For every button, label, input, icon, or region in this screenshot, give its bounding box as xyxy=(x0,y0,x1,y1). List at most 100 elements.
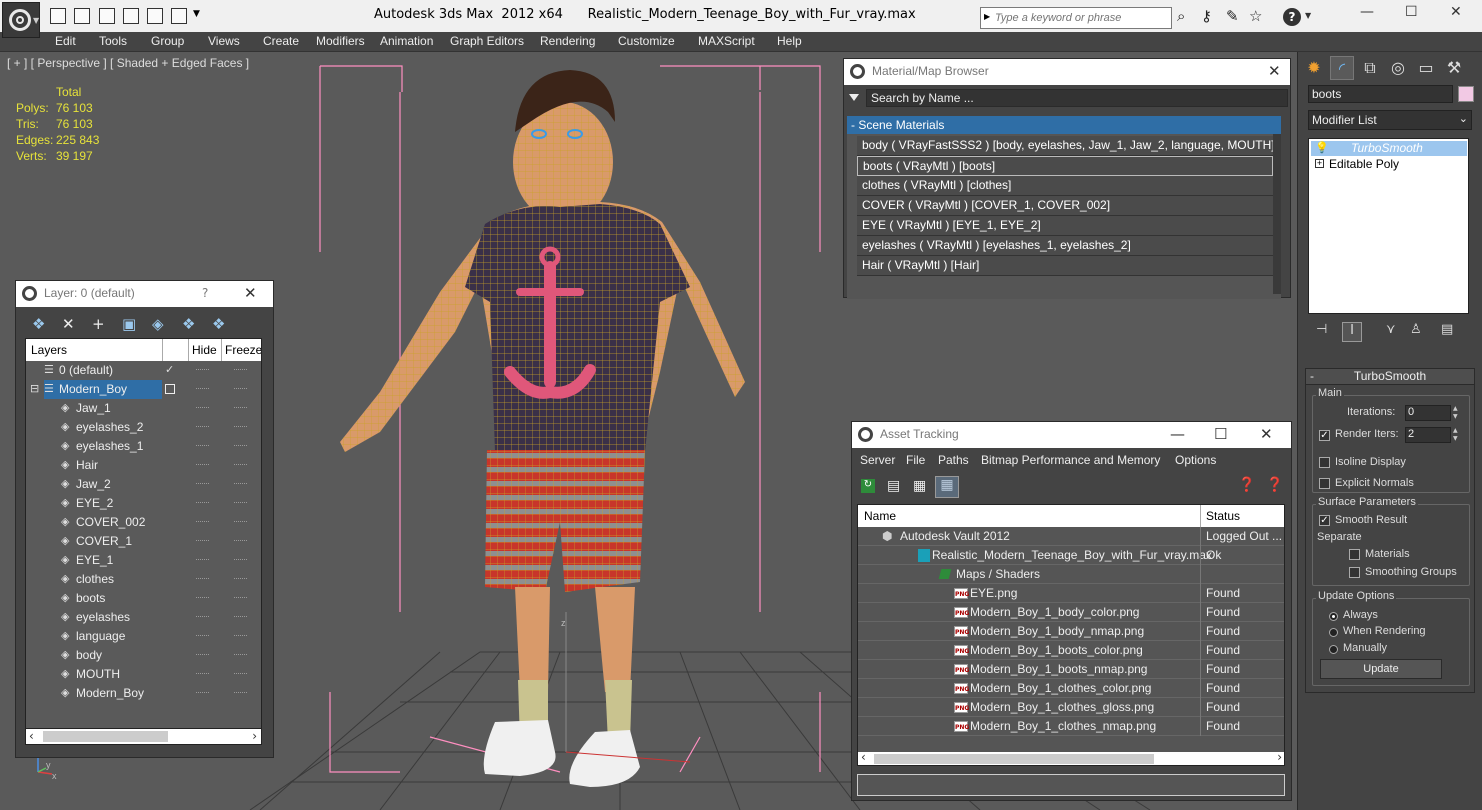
freeze-toggle[interactable] xyxy=(234,407,247,409)
freeze-toggle[interactable] xyxy=(234,388,247,390)
layer-object-row[interactable]: ◈ eyelashes_2 xyxy=(26,418,261,437)
hide-toggle[interactable] xyxy=(196,578,209,580)
show-end-result-icon[interactable]: I xyxy=(1342,322,1362,342)
layer-object-row[interactable]: ◈ Modern_Boy xyxy=(26,684,261,703)
tab-create-icon[interactable]: ✹ xyxy=(1302,56,1326,80)
freeze-toggle[interactable] xyxy=(234,597,247,599)
rollout-header[interactable]: - TurboSmooth xyxy=(1306,369,1474,385)
search-expand-icon[interactable]: ▶ xyxy=(984,12,990,21)
help-dropdown-icon[interactable]: ▼ xyxy=(1305,11,1311,20)
asset-menu-paths[interactable]: Paths xyxy=(938,453,969,467)
menu-rendering[interactable]: Rendering xyxy=(540,34,595,48)
asset-menu-file[interactable]: File xyxy=(906,453,925,467)
create-layer-icon[interactable]: ❖ xyxy=(32,315,45,333)
freeze-toggle[interactable] xyxy=(234,464,247,466)
pin-stack-icon[interactable]: ⊣ xyxy=(1316,322,1327,337)
asset-row[interactable]: Realistic_Modern_Teenage_Boy_with_Fur_vr… xyxy=(858,546,1284,565)
asset-row[interactable]: PNG Modern_Boy_1_boots_nmap.png Found xyxy=(858,660,1284,679)
freeze-toggle[interactable] xyxy=(234,692,247,694)
layer-row[interactable]: ☰ 0 (default) ✓ xyxy=(26,361,261,380)
hide-toggle[interactable] xyxy=(196,369,209,371)
layer-object-row[interactable]: ◈ EYE_1 xyxy=(26,551,261,570)
menu-views[interactable]: Views xyxy=(208,34,240,48)
asset-close-button[interactable]: ✕ xyxy=(1260,425,1273,443)
menu-tools[interactable]: Tools xyxy=(99,34,127,48)
layer-object-row[interactable]: ◈ COVER_002 xyxy=(26,513,261,532)
hide-toggle[interactable] xyxy=(196,654,209,656)
column-name[interactable]: Name xyxy=(864,509,896,523)
isoline-display-checkbox[interactable] xyxy=(1319,457,1330,468)
menu-customize[interactable]: Customize xyxy=(618,34,675,48)
close-button[interactable]: ✕ xyxy=(1450,4,1462,20)
explicit-normals-checkbox[interactable] xyxy=(1319,478,1330,489)
hide-toggle[interactable] xyxy=(196,407,209,409)
stack-item-editable-poly[interactable]: + Editable Poly xyxy=(1311,157,1467,172)
stack-item-turbosmooth[interactable]: 💡 TurboSmooth xyxy=(1311,141,1467,156)
collapse-tree-icon[interactable]: ⊟ xyxy=(30,382,39,395)
freeze-toggle[interactable] xyxy=(234,502,247,504)
asset-menu-server[interactable]: Server xyxy=(860,453,895,467)
asset-tracking-titlebar[interactable]: Asset Tracking — ☐ ✕ xyxy=(852,422,1291,448)
hide-toggle[interactable] xyxy=(196,540,209,542)
minimize-button[interactable]: — xyxy=(1360,4,1374,20)
help-icon[interactable]: ? xyxy=(1283,8,1301,26)
object-color-swatch[interactable] xyxy=(1458,86,1474,102)
communication-icon[interactable]: ✎ xyxy=(1226,8,1239,24)
menu-group[interactable]: Group xyxy=(151,34,184,48)
menu-help[interactable]: Help xyxy=(777,34,802,48)
select-objects-in-layer-icon[interactable]: ▣ xyxy=(122,315,136,333)
configure-modifier-sets-icon[interactable]: ▤ xyxy=(1441,322,1453,337)
hide-toggle[interactable] xyxy=(196,673,209,675)
tab-display-icon[interactable]: ▭ xyxy=(1414,56,1438,80)
asset-menu-bitmap-performance[interactable]: Bitmap Performance and Memory xyxy=(981,453,1160,467)
layer-object-row[interactable]: ◈ MOUTH xyxy=(26,665,261,684)
viewport-label[interactable]: [ + ] [ Perspective ] [ Shaded + Edged F… xyxy=(7,56,249,70)
hide-toggle[interactable] xyxy=(196,445,209,447)
layer-panel-close-button[interactable]: ✕ xyxy=(244,284,257,302)
scroll-right-icon[interactable]: › xyxy=(252,729,257,743)
material-item[interactable]: EYE ( VRayMtl ) [EYE_1, EYE_2] xyxy=(857,216,1273,236)
spinner-arrows-icon[interactable]: ▲ ▼ xyxy=(1453,427,1461,443)
hide-toggle[interactable] xyxy=(196,559,209,561)
scroll-left-icon[interactable]: ‹ xyxy=(29,729,34,743)
delete-layer-icon[interactable]: ✕ xyxy=(62,315,75,333)
scroll-right-icon[interactable]: › xyxy=(1277,750,1282,764)
asset-row[interactable]: PNG Modern_Boy_1_clothes_color.png Found xyxy=(858,679,1284,698)
material-item[interactable]: clothes ( VRayMtl ) [clothes] xyxy=(857,176,1273,196)
menu-maxscript[interactable]: MAXScript xyxy=(698,34,755,48)
asset-row[interactable]: PNG Modern_Boy_1_clothes_nmap.png Found xyxy=(858,717,1284,736)
asset-row[interactable]: PNG Modern_Boy_1_clothes_gloss.png Found xyxy=(858,698,1284,717)
binoculars-icon[interactable]: ⌕ xyxy=(1177,8,1185,24)
app-menu-button[interactable]: ▼ xyxy=(2,2,40,38)
separate-smoothing-groups-checkbox[interactable] xyxy=(1349,567,1360,578)
asset-row[interactable]: PNG Modern_Boy_1_boots_color.png Found xyxy=(858,641,1284,660)
list-view-icon[interactable]: ▤ xyxy=(887,478,900,494)
freeze-toggle[interactable] xyxy=(234,445,247,447)
hide-toggle[interactable] xyxy=(196,616,209,618)
subscription-key-icon[interactable]: ⚷ xyxy=(1201,8,1212,24)
freeze-toggle[interactable] xyxy=(234,673,247,675)
menu-animation[interactable]: Animation xyxy=(380,34,433,48)
tab-modify-icon[interactable]: ◜ xyxy=(1330,56,1354,80)
material-item[interactable]: boots ( VRayMtl ) [boots] xyxy=(857,156,1273,176)
table-view-icon[interactable]: ▦ xyxy=(935,476,959,498)
material-item[interactable]: body ( VRayFastSSS2 ) [body, eyelashes, … xyxy=(857,136,1275,156)
tab-motion-icon[interactable]: ◎ xyxy=(1386,56,1410,80)
freeze-toggle[interactable] xyxy=(234,369,247,371)
menu-graph-editors[interactable]: Graph Editors xyxy=(450,34,524,48)
modifier-list-dropdown[interactable]: Modifier List ⌄ xyxy=(1308,110,1472,130)
freeze-toggle[interactable] xyxy=(234,540,247,542)
quick-access-dropdown-icon[interactable]: ▼ xyxy=(193,9,200,19)
material-item[interactable]: eyelashes ( VRayMtl ) [eyelashes_1, eyel… xyxy=(857,236,1273,256)
freeze-toggle[interactable] xyxy=(234,426,247,428)
asset-horizontal-scrollbar[interactable]: ‹ › xyxy=(858,750,1284,765)
hide-toggle[interactable] xyxy=(196,597,209,599)
render-iters-spinner[interactable]: 2 xyxy=(1405,427,1451,443)
layer-help-button[interactable]: ? xyxy=(202,286,208,300)
layer-object-row[interactable]: ◈ language xyxy=(26,627,261,646)
material-browser-titlebar[interactable]: Material/Map Browser ✕ xyxy=(844,59,1290,85)
column-layers[interactable]: Layers xyxy=(31,343,67,357)
undo-icon[interactable] xyxy=(147,8,163,24)
make-unique-icon[interactable]: ⋎ xyxy=(1386,322,1396,337)
asset-row[interactable]: PNG Modern_Boy_1_body_color.png Found xyxy=(858,603,1284,622)
